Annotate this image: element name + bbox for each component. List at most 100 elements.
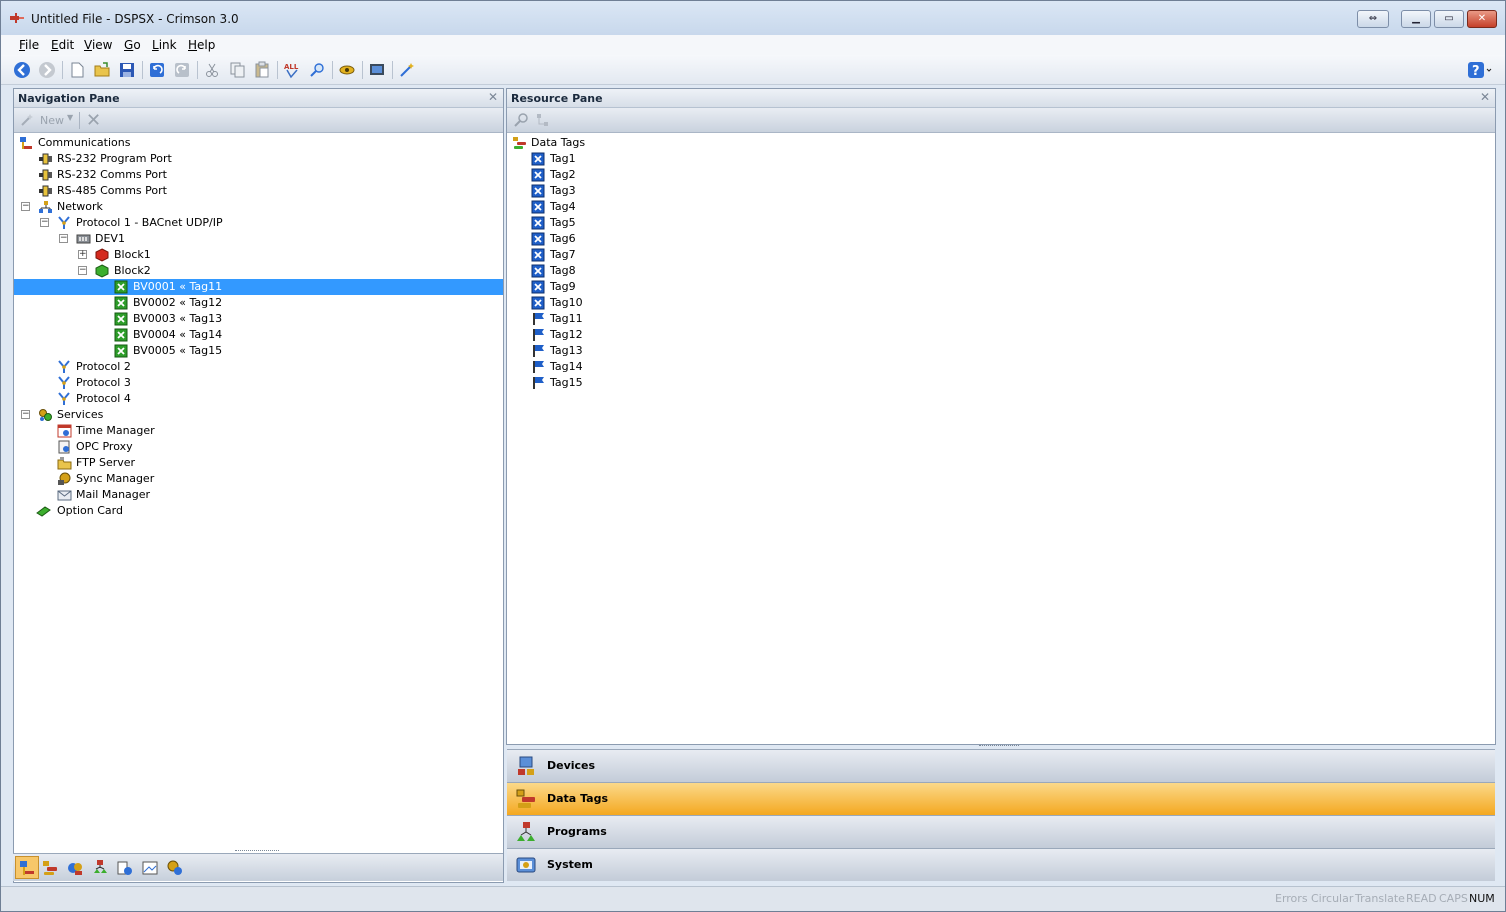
tree-item-protocol-2[interactable]: Protocol 2 [14, 359, 503, 375]
splitter-grip[interactable] [979, 745, 1019, 748]
communications-icon[interactable] [18, 859, 36, 877]
resource-pane-close-icon[interactable]: ✕ [1479, 91, 1491, 103]
tree-item-protocol-1[interactable]: − Protocol 1 - BACnet UDP/IP [14, 215, 503, 231]
redo-icon[interactable] [173, 61, 191, 79]
category-system[interactable]: System [507, 848, 1495, 881]
select-all-icon[interactable]: ALL [283, 61, 301, 79]
menu-go[interactable]: Go [124, 37, 141, 53]
data-tags-icon[interactable] [41, 859, 59, 877]
tree-item-services[interactable]: − Services [14, 407, 503, 423]
collapse-icon[interactable]: − [59, 234, 68, 243]
collapse-icon[interactable]: − [78, 266, 87, 275]
resource-item-tag3[interactable]: Tag3 [507, 183, 1495, 199]
resource-item-tag8[interactable]: Tag8 [507, 263, 1495, 279]
wand-icon[interactable] [398, 61, 416, 79]
resource-item-tag6[interactable]: Tag6 [507, 231, 1495, 247]
tree-item-time-manager[interactable]: Time Manager [14, 423, 503, 439]
resource-item-tag4[interactable]: Tag4 [507, 199, 1495, 215]
menu-help[interactable]: Help [188, 37, 215, 53]
tree-item-protocol-3[interactable]: Protocol 3 [14, 375, 503, 391]
resource-item-data-tags[interactable]: Data Tags [507, 135, 1495, 151]
port-icon [39, 185, 52, 197]
category-programs[interactable]: Programs [507, 815, 1495, 848]
tree-item-sync-manager[interactable]: Sync Manager [14, 471, 503, 487]
tree-item-protocol-4[interactable]: Protocol 4 [14, 391, 503, 407]
category-data-tags[interactable]: Data Tags [507, 782, 1495, 815]
new-button[interactable]: New [40, 114, 64, 127]
resource-item-tag13[interactable]: Tag13 [507, 343, 1495, 359]
new-dropdown-icon[interactable]: ▼ [67, 113, 73, 122]
tree-view-icon[interactable] [535, 112, 551, 128]
resource-item-tag7[interactable]: Tag7 [507, 247, 1495, 263]
tree-item-block2[interactable]: − Block2 [14, 263, 503, 279]
navigation-pane: Navigation Pane ✕ New ▼ ✕ Communications… [13, 88, 504, 883]
splitter-grip[interactable] [235, 850, 279, 853]
navigation-pane-close-icon[interactable]: ✕ [487, 91, 499, 103]
minimize-button[interactable]: ▁ [1401, 10, 1431, 28]
tree-item-dev1[interactable]: − DEV1 [14, 231, 503, 247]
paste-icon[interactable] [253, 61, 271, 79]
tree-item-bv0005[interactable]: BV0005 « Tag15 [14, 343, 503, 359]
category-devices[interactable]: Devices [507, 749, 1495, 782]
close-button[interactable]: ✕ [1467, 10, 1497, 28]
tree-item-network[interactable]: − Network [14, 199, 503, 215]
resource-item-tag15[interactable]: Tag15 [507, 375, 1495, 391]
tree-item-bv0004[interactable]: BV0004 « Tag14 [14, 327, 503, 343]
link-icon[interactable] [338, 61, 356, 79]
restore-layout-button[interactable]: ⇔ [1357, 10, 1389, 28]
tree-item-bv0002[interactable]: BV0002 « Tag12 [14, 295, 503, 311]
protocol-icon [58, 216, 70, 229]
collapse-icon[interactable]: − [40, 218, 49, 227]
user-interface-icon[interactable] [116, 859, 134, 877]
resource-item-tag14[interactable]: Tag14 [507, 359, 1495, 375]
tree-item-bv0003[interactable]: BV0003 « Tag13 [14, 311, 503, 327]
display-icon[interactable] [368, 61, 386, 79]
copy-icon[interactable] [228, 61, 246, 79]
tree-item-option-card[interactable]: Option Card [14, 503, 503, 519]
tree-item-communications[interactable]: Communications [14, 135, 503, 151]
menu-link[interactable]: Link [152, 37, 177, 53]
collapse-icon[interactable]: − [21, 410, 30, 419]
find-icon[interactable] [308, 61, 326, 79]
programs-icon[interactable] [91, 859, 109, 877]
toolbar-separator [362, 61, 363, 79]
tree-item-ftp-server[interactable]: FTP Server [14, 455, 503, 471]
toolbar-separator [142, 61, 143, 79]
blue-tag-icon [531, 264, 545, 278]
delete-icon[interactable]: ✕ [86, 110, 101, 131]
resource-item-tag11[interactable]: Tag11 [507, 311, 1495, 327]
display-pages-icon[interactable] [141, 859, 159, 877]
devices-icon[interactable] [66, 859, 84, 877]
resource-item-tag5[interactable]: Tag5 [507, 215, 1495, 231]
collapse-icon[interactable]: − [21, 202, 30, 211]
menu-edit[interactable]: Edit [51, 37, 74, 53]
maximize-button[interactable]: ▭ [1434, 10, 1464, 28]
port-icon [39, 169, 52, 181]
search-icon[interactable] [513, 112, 529, 128]
undo-icon[interactable] [148, 61, 166, 79]
tree-item-block1[interactable]: + Block1 [14, 247, 503, 263]
resource-item-tag1[interactable]: Tag1 [507, 151, 1495, 167]
tree-item-opc-proxy[interactable]: OPC Proxy [14, 439, 503, 455]
tree-item-rs232-comms-port[interactable]: RS-232 Comms Port [14, 167, 503, 183]
expand-icon[interactable]: + [78, 250, 87, 259]
forward-icon[interactable] [38, 61, 56, 79]
help-icon[interactable]: ? [1467, 61, 1493, 79]
resource-item-tag9[interactable]: Tag9 [507, 279, 1495, 295]
resource-item-tag10[interactable]: Tag10 [507, 295, 1495, 311]
back-icon[interactable] [13, 61, 31, 79]
new-file-icon[interactable] [68, 61, 86, 79]
tree-item-bv0001[interactable]: BV0001 « Tag11 [14, 279, 503, 295]
tree-item-mail-manager[interactable]: Mail Manager [14, 487, 503, 503]
cut-icon[interactable] [203, 61, 221, 79]
resource-item-tag2[interactable]: Tag2 [507, 167, 1495, 183]
tree-item-rs485-comms-port[interactable]: RS-485 Comms Port [14, 183, 503, 199]
menu-view[interactable]: View [84, 37, 112, 53]
open-folder-icon[interactable] [93, 61, 111, 79]
resource-item-tag12[interactable]: Tag12 [507, 327, 1495, 343]
web-services-icon[interactable] [166, 859, 184, 877]
menu-file[interactable]: File [19, 37, 39, 53]
save-icon[interactable] [118, 61, 136, 79]
device-icon [76, 234, 91, 244]
tree-item-rs232-program-port[interactable]: RS-232 Program Port [14, 151, 503, 167]
